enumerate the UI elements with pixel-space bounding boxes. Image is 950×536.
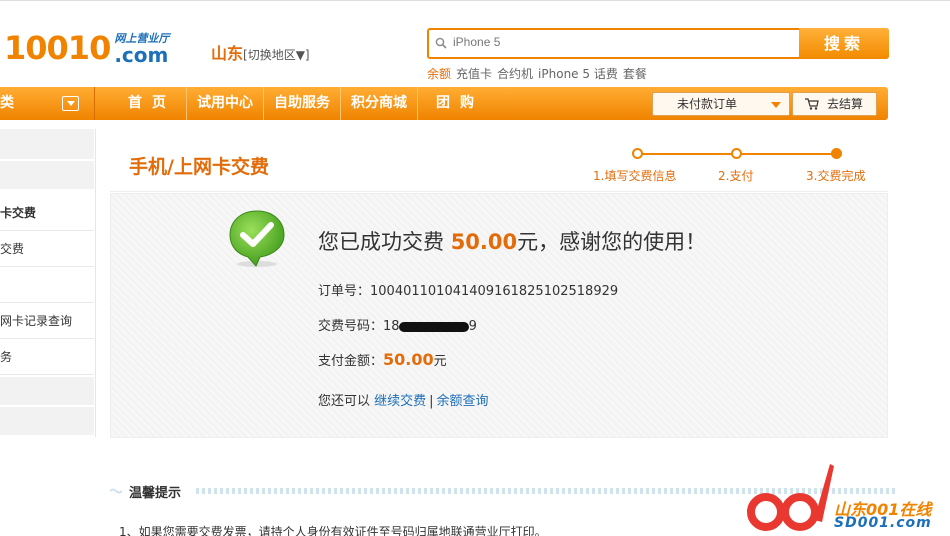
watermark: 山东001在线 SD001.com — [744, 460, 950, 536]
success-suffix: 元，感谢您的使用！ — [517, 230, 707, 254]
step-label-3: 3.交费完成 — [806, 169, 866, 183]
step-label-2: 2.支付 — [718, 169, 754, 183]
dropdown-arrow-icon — [771, 102, 781, 108]
title-divider — [110, 191, 888, 192]
region-name: 山东 — [211, 44, 244, 63]
order-number-value: 100401101041409161825102518929 — [370, 284, 619, 299]
unpaid-orders-label: 未付款订单 — [677, 97, 738, 111]
sidebar-item-service[interactable]: 务 — [0, 339, 94, 375]
sidebar-section — [0, 377, 94, 405]
more-actions-prefix: 您还可以 — [318, 394, 375, 409]
search-input[interactable]: iPhone 5 — [453, 35, 500, 49]
sidebar-item-phone-pay[interactable]: 卡交费 — [0, 195, 94, 231]
search-button[interactable]: 搜索 — [799, 28, 889, 59]
hotword-link[interactable]: 套餐 — [623, 67, 647, 81]
tips-line-1: 1、如果您需要交费发票，请持个人身份有效证件至号码归属地联通营业厅打印。 — [119, 525, 547, 536]
nav-item-group-buy[interactable]: 团购 — [418, 87, 494, 120]
step-dot-1 — [632, 148, 643, 159]
cart-icon — [805, 98, 819, 110]
nav-item-self-service[interactable]: 自助服务 — [264, 87, 341, 120]
pay-code-row: 交费号码：18 9 — [318, 315, 477, 334]
site-header: 10010 网上营业厅 .com 山东[切换地区▼] iPhone 5 搜索 余… — [0, 0, 950, 86]
site-logo[interactable]: 10010 网上营业厅 .com — [4, 26, 169, 66]
sidebar: 卡交费 交费 网卡记录查询 务 — [0, 129, 96, 437]
order-number-label: 订单号： — [318, 284, 371, 299]
balance-query-link[interactable]: 余额查询 — [437, 394, 489, 409]
amount-value: 50.00 — [383, 350, 434, 369]
pay-code-label: 交费号码： — [318, 319, 384, 334]
nav-item-trial[interactable]: 试用中心 — [187, 87, 264, 120]
checkout-button[interactable]: 去结算 — [792, 92, 877, 116]
nav-item-home[interactable]: 首页 — [112, 87, 187, 120]
wave-decoration-icon — [110, 488, 122, 494]
success-check-icon — [229, 210, 285, 267]
pay-code-end: 9 — [468, 319, 477, 334]
link-separator: | — [429, 394, 434, 409]
sidebar-section — [0, 407, 94, 435]
step-label-1: 1.填写交费信息 — [593, 169, 677, 183]
search-icon — [435, 37, 447, 49]
category-label: 类 — [0, 95, 14, 111]
amount-row: 支付金额：50.00元 — [318, 350, 447, 369]
success-message: 您已成功交费 50.00元，感谢您的使用！ — [318, 226, 706, 256]
nav-item-points-mall[interactable]: 积分商城 — [341, 87, 418, 120]
search-box: iPhone 5 搜索 — [427, 28, 889, 59]
logo-com-text: .com — [114, 43, 169, 67]
pay-code-start: 18 — [383, 319, 400, 334]
hotword-link[interactable]: 余额 — [427, 67, 451, 81]
sidebar-header — [0, 129, 94, 159]
tips-title: 温馨提示 — [129, 486, 182, 501]
category-menu[interactable]: 类 — [0, 87, 95, 120]
amount-unit: 元 — [433, 354, 447, 369]
redaction-mark — [398, 321, 469, 332]
step-dot-3 — [831, 148, 842, 159]
hot-keywords: 余额 充值卡 合约机 iPhone 5 话费 套餐 — [427, 65, 652, 82]
sidebar-item-pay[interactable]: 交费 — [0, 231, 94, 267]
region-switch-link[interactable]: [切换地区▼] — [243, 48, 310, 62]
step-dot-2 — [731, 148, 742, 159]
sidebar-item-record-query[interactable]: 网卡记录查询 — [0, 303, 94, 339]
main-nav: 类 首页 试用中心 自助服务 积分商城 团购 未付款订单 去结算 — [0, 87, 888, 120]
logo-number: 10010 — [4, 29, 111, 67]
page-title: 手机/上网卡交费 — [129, 156, 269, 178]
watermark-en: SD001.com — [834, 515, 932, 531]
order-number-row: 订单号：100401101041409161825102518929 — [318, 280, 618, 299]
sidebar-section — [0, 161, 94, 189]
hotword-link[interactable]: 合约机 — [497, 67, 533, 81]
nav-items: 首页 试用中心 自助服务 积分商城 团购 — [112, 87, 494, 120]
hotword-link[interactable]: 充值卡 — [456, 67, 492, 81]
region-selector[interactable]: 山东[切换地区▼] — [211, 40, 310, 64]
continue-pay-link[interactable]: 继续交费 — [374, 394, 426, 409]
success-amount: 50.00 — [450, 230, 518, 254]
amount-label: 支付金额： — [318, 354, 384, 369]
hotword-link[interactable]: iPhone 5 话费 — [538, 67, 618, 81]
success-prefix: 您已成功交费 — [318, 230, 451, 254]
sidebar-item-blank[interactable] — [0, 267, 94, 303]
watermark-logo-icon — [747, 464, 834, 531]
unpaid-orders-dropdown[interactable]: 未付款订单 — [652, 92, 790, 116]
logo-text: 网上营业厅 .com — [114, 33, 169, 66]
checkout-label: 去结算 — [827, 97, 864, 111]
more-actions-row: 您还可以 继续交费 | 余额查询 — [318, 390, 489, 409]
chevron-down-icon[interactable] — [62, 96, 79, 111]
